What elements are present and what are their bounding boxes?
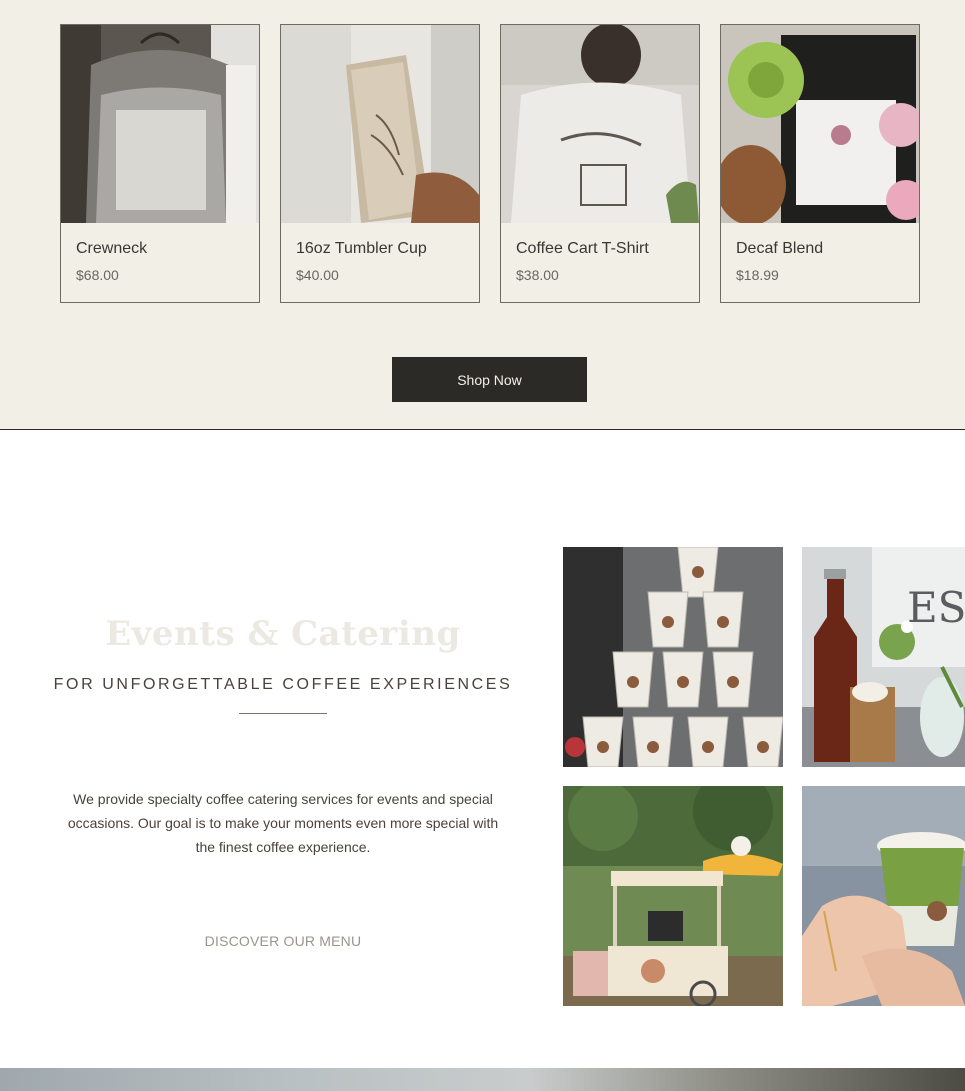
product-name[interactable]: Decaf Blend xyxy=(736,240,823,258)
product-image-tshirt[interactable] xyxy=(501,25,699,223)
product-name[interactable]: Crewneck xyxy=(76,240,147,258)
gallery-image-cups[interactable] xyxy=(563,547,783,767)
svg-text:ES: ES xyxy=(907,583,965,632)
product-price: $68.00 xyxy=(76,267,119,283)
product-card-tshirt[interactable]: Coffee Cart T-Shirt $38.00 xyxy=(500,24,700,303)
product-name[interactable]: 16oz Tumbler Cup xyxy=(296,240,427,258)
gallery-image-drinks[interactable]: ES xyxy=(802,547,965,767)
gallery-image-matcha[interactable] xyxy=(802,786,965,1006)
product-image-decaf-blend[interactable] xyxy=(721,25,919,223)
products-section: Crewneck $68.00 16oz Tumbler Cup $40.00 xyxy=(0,0,965,430)
discover-menu-link[interactable]: DISCOVER OUR MENU xyxy=(183,933,383,949)
product-price: $38.00 xyxy=(516,267,559,283)
product-price: $18.99 xyxy=(736,267,779,283)
next-section-image xyxy=(0,1068,965,1091)
events-subtitle: FOR UNFORGETTABLE COFFEE EXPERIENCES xyxy=(53,676,513,693)
gallery-image-coffee-cart[interactable] xyxy=(563,786,783,1006)
events-title: Events & Catering xyxy=(105,614,461,654)
shop-now-button[interactable]: Shop Now xyxy=(392,357,587,402)
product-card-decaf-blend[interactable]: Decaf Blend $18.99 xyxy=(720,24,920,303)
product-card-tumbler[interactable]: 16oz Tumbler Cup $40.00 xyxy=(280,24,480,303)
product-name[interactable]: Coffee Cart T-Shirt xyxy=(516,240,649,258)
events-description: We provide specialty coffee catering ser… xyxy=(67,791,499,855)
product-card-crewneck[interactable]: Crewneck $68.00 xyxy=(60,24,260,303)
product-price: $40.00 xyxy=(296,267,339,283)
product-image-tumbler[interactable] xyxy=(281,25,479,223)
product-image-crewneck[interactable] xyxy=(61,25,259,223)
divider xyxy=(239,713,327,714)
